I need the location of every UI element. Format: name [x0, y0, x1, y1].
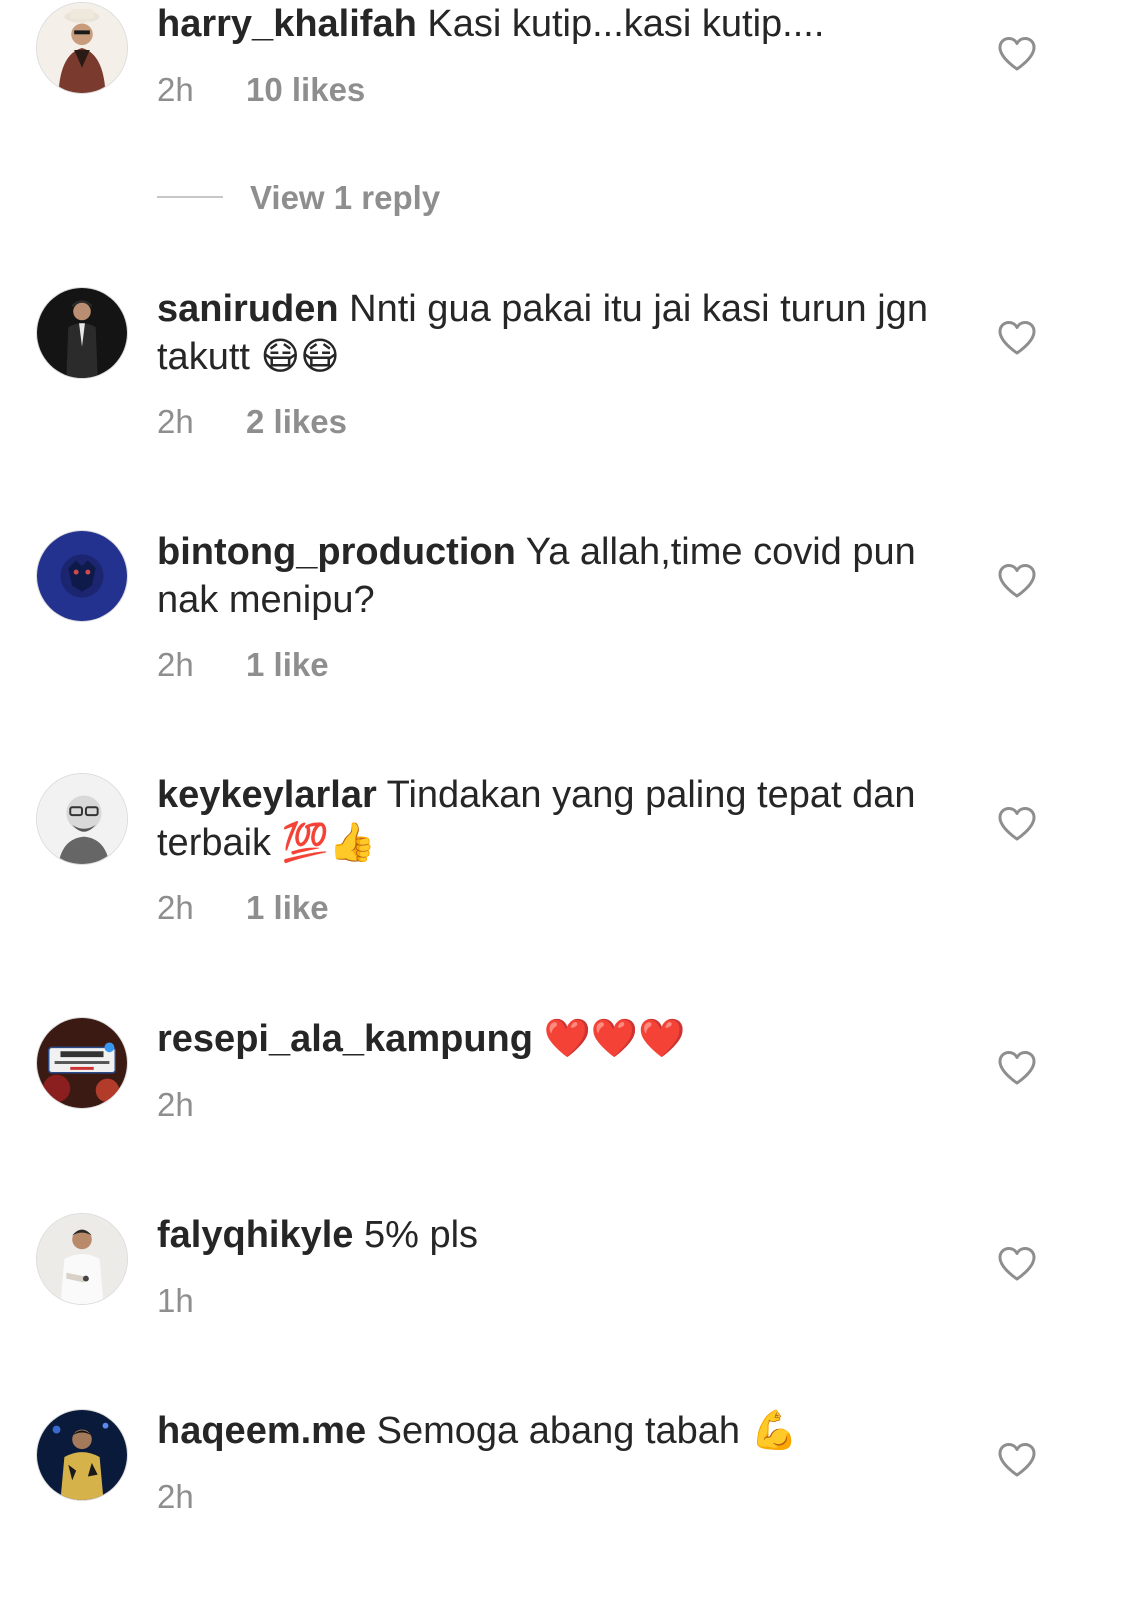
heart-outline-icon[interactable]: [997, 36, 1037, 72]
avatar[interactable]: [36, 287, 128, 379]
comment-text: harry_khalifah Kasi kutip...kasi kutip..…: [157, 0, 947, 48]
comment-text: resepi_ala_kampung ❤️❤️❤️: [157, 1015, 947, 1063]
comment-time: 2h: [157, 1478, 194, 1515]
comment-likes[interactable]: 10 likes: [246, 71, 365, 108]
comment-likes[interactable]: 2 likes: [246, 403, 347, 440]
comment-item: keykeylarlar Tindakan yang paling tepat …: [0, 771, 1125, 971]
comment-likes[interactable]: 1 like: [246, 889, 329, 926]
comment-username[interactable]: keykeylarlar: [157, 774, 377, 816]
comment-username[interactable]: harry_khalifah: [157, 3, 417, 45]
comment-body: ❤️❤️❤️: [543, 1018, 686, 1060]
heart-outline-icon[interactable]: [997, 806, 1037, 842]
comment-item: bintong_production Ya allah,time covid p…: [0, 528, 1125, 728]
comment-text: saniruden Nnti gua pakai itu jai kasi tu…: [157, 285, 947, 381]
comment-username[interactable]: bintong_production: [157, 531, 516, 573]
comment-time: 2h: [157, 1086, 194, 1123]
avatar-image: [37, 1214, 127, 1304]
comment-username[interactable]: falyqhikyle: [157, 1214, 353, 1256]
comment-text: falyqhikyle 5% pls: [157, 1211, 947, 1259]
comment-item: harry_khalifah Kasi kutip...kasi kutip..…: [0, 0, 1125, 240]
heart-outline-icon[interactable]: [997, 563, 1037, 599]
comment-text: keykeylarlar Tindakan yang paling tepat …: [157, 771, 947, 867]
avatar-image: [37, 774, 127, 864]
comment-time: 1h: [157, 1282, 194, 1319]
avatar-image: [37, 1018, 127, 1108]
avatar-image: [37, 288, 127, 378]
comment-meta: 1h: [157, 1281, 246, 1321]
comment-item: falyqhikyle 5% pls 1h: [0, 1211, 1125, 1361]
avatar[interactable]: [36, 1017, 128, 1109]
avatar[interactable]: [36, 1213, 128, 1305]
avatar[interactable]: [36, 773, 128, 865]
comment-item: saniruden Nnti gua pakai itu jai kasi tu…: [0, 285, 1125, 485]
avatar-image: [37, 3, 127, 93]
comment-item: haqeem.me Semoga abang tabah 💪 2h: [0, 1407, 1125, 1557]
comment-body: Semoga abang tabah 💪: [376, 1410, 798, 1452]
avatar[interactable]: [36, 2, 128, 94]
avatar-image: [37, 531, 127, 621]
comment-item: resepi_ala_kampung ❤️❤️❤️ 2h: [0, 1015, 1125, 1165]
comment-time: 2h: [157, 889, 194, 926]
comment-meta: 2h: [157, 1477, 246, 1517]
comment-time: 2h: [157, 646, 194, 683]
comment-body: Kasi kutip...kasi kutip....: [427, 3, 825, 45]
comment-username[interactable]: haqeem.me: [157, 1410, 366, 1452]
comment-text: haqeem.me Semoga abang tabah 💪: [157, 1407, 947, 1455]
comment-username[interactable]: resepi_ala_kampung: [157, 1018, 533, 1060]
avatar-image: [37, 1410, 127, 1500]
reply-divider: [157, 196, 223, 198]
avatar[interactable]: [36, 530, 128, 622]
heart-outline-icon[interactable]: [997, 320, 1037, 356]
comment-time: 2h: [157, 71, 194, 108]
comment-meta: 2h 1 like: [157, 645, 329, 685]
comment-text: bintong_production Ya allah,time covid p…: [157, 528, 947, 624]
comment-meta: 2h 1 like: [157, 888, 329, 928]
heart-outline-icon[interactable]: [997, 1246, 1037, 1282]
avatar[interactable]: [36, 1409, 128, 1501]
comment-meta: 2h: [157, 1085, 246, 1125]
comment-username[interactable]: saniruden: [157, 288, 339, 330]
heart-outline-icon[interactable]: [997, 1050, 1037, 1086]
comment-meta: 2h 2 likes: [157, 402, 347, 442]
comment-meta: 2h 10 likes: [157, 70, 365, 110]
view-replies-label: View 1 reply: [250, 179, 441, 216]
heart-outline-icon[interactable]: [997, 1442, 1037, 1478]
comment-time: 2h: [157, 403, 194, 440]
comment-likes[interactable]: 1 like: [246, 646, 329, 683]
comment-body: 5% pls: [363, 1214, 479, 1256]
